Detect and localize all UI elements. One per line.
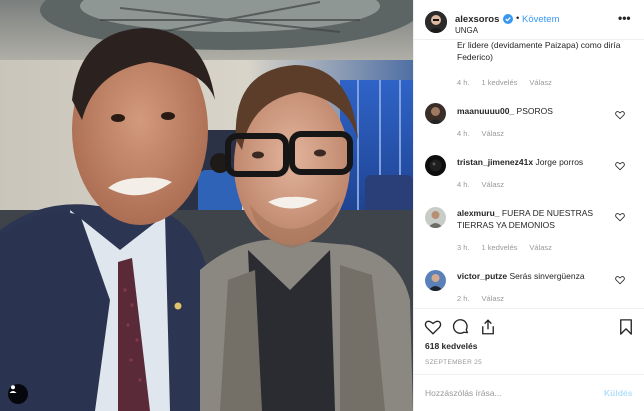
comment-time: 4 h.: [457, 78, 470, 87]
commenter-avatar-image: [425, 270, 446, 291]
comment-body: tristan_jimenez41x Jorge porros: [457, 156, 627, 168]
comment-meta: 4 h. Válasz: [457, 180, 516, 189]
comment-input[interactable]: [425, 388, 595, 398]
post-actions: 618 kedvelés SZEPTEMBER 25 Küldés: [414, 308, 644, 406]
more-options-button[interactable]: •••: [618, 11, 631, 25]
heart-icon[interactable]: [615, 212, 625, 222]
likes-count-link[interactable]: 618 kedvelés: [425, 341, 477, 351]
comment-likes-link[interactable]: 1 kedvelés: [482, 243, 518, 252]
comment-text: Serás sinvergüenza: [509, 271, 585, 281]
comment-body: victor_putze Serás sinvergüenza: [457, 270, 627, 282]
comment-meta: 4 h. 1 kedvelés Válasz: [457, 78, 564, 87]
comment-time: 3 h.: [457, 243, 470, 252]
comment-bubble-icon[interactable]: [452, 318, 470, 336]
comment-time: 2 h.: [457, 294, 470, 303]
comment-meta: 2 h. Válasz: [457, 294, 516, 303]
comment-meta: 3 h. 1 kedvelés Válasz: [457, 243, 564, 252]
commenter-username-link[interactable]: maanuuuu00_: [457, 106, 514, 116]
comment-reply-button[interactable]: Válasz: [482, 180, 505, 189]
location-link[interactable]: UNGA: [455, 26, 478, 35]
commenter-avatar[interactable]: [425, 103, 446, 124]
comment-composer: Küldés: [414, 374, 644, 411]
commenter-username-link[interactable]: alexmuru_: [457, 208, 500, 218]
author-username-link[interactable]: alexsoros: [455, 14, 499, 25]
comment-reply-button[interactable]: Válasz: [529, 243, 552, 252]
author-avatar[interactable]: [425, 11, 447, 33]
author-avatar-image: [425, 11, 447, 33]
comment-body: alexmuru_ FUERA DE NUESTRAS TIERRAS YA D…: [457, 207, 627, 231]
commenter-avatar-image: [425, 155, 446, 176]
bookmark-icon[interactable]: [617, 318, 635, 336]
commenter-username-link[interactable]: tristan_jimenez41x: [457, 157, 533, 167]
comment-reply-button[interactable]: Válasz: [482, 129, 505, 138]
following-button[interactable]: Követem: [522, 14, 560, 25]
user-tag-icon: [9, 385, 17, 393]
commenter-username-link[interactable]: victor_putze: [457, 271, 507, 281]
commenter-avatar[interactable]: [425, 155, 446, 176]
comment-reply-button[interactable]: Válasz: [529, 78, 552, 87]
comment-time: 4 h.: [457, 180, 470, 189]
comment-time: 4 h.: [457, 129, 470, 138]
heart-icon[interactable]: [615, 161, 625, 171]
comment-body: maanuuuu00_ PSOROS: [457, 105, 627, 117]
comment-reply-button[interactable]: Válasz: [482, 294, 505, 303]
comment-meta: 4 h. Válasz: [457, 129, 516, 138]
share-icon[interactable]: [479, 318, 497, 336]
commenter-avatar-image: [425, 103, 446, 124]
post-date: SZEPTEMBER 25: [425, 359, 482, 366]
comment-likes-link[interactable]: 1 kedvelés: [482, 78, 518, 87]
commenter-avatar-image: [425, 207, 446, 228]
post-comment-button[interactable]: Küldés: [604, 388, 632, 398]
comments-list[interactable]: Er lidere (devidamente Paizapa) como dir…: [414, 41, 644, 307]
heart-icon[interactable]: [424, 318, 442, 336]
photo-illustration: [0, 0, 413, 411]
heart-icon[interactable]: [615, 110, 625, 120]
verified-badge-icon: [503, 13, 513, 24]
comment-text: Jorge porros: [535, 157, 584, 167]
comment-text: PSOROS: [516, 106, 553, 116]
commenter-avatar[interactable]: [425, 270, 446, 291]
commenter-avatar[interactable]: [425, 207, 446, 228]
post-side-panel: alexsoros • Követem UNGA ••• Er lidere (…: [413, 0, 644, 411]
user-tag-button[interactable]: [8, 384, 28, 404]
comment-text: Er lidere (devidamente Paizapa) como dir…: [457, 41, 621, 62]
post-photo[interactable]: [0, 0, 413, 411]
header-separator: •: [516, 13, 520, 24]
heart-icon[interactable]: [615, 275, 625, 285]
post-header: alexsoros • Követem UNGA •••: [414, 0, 644, 40]
